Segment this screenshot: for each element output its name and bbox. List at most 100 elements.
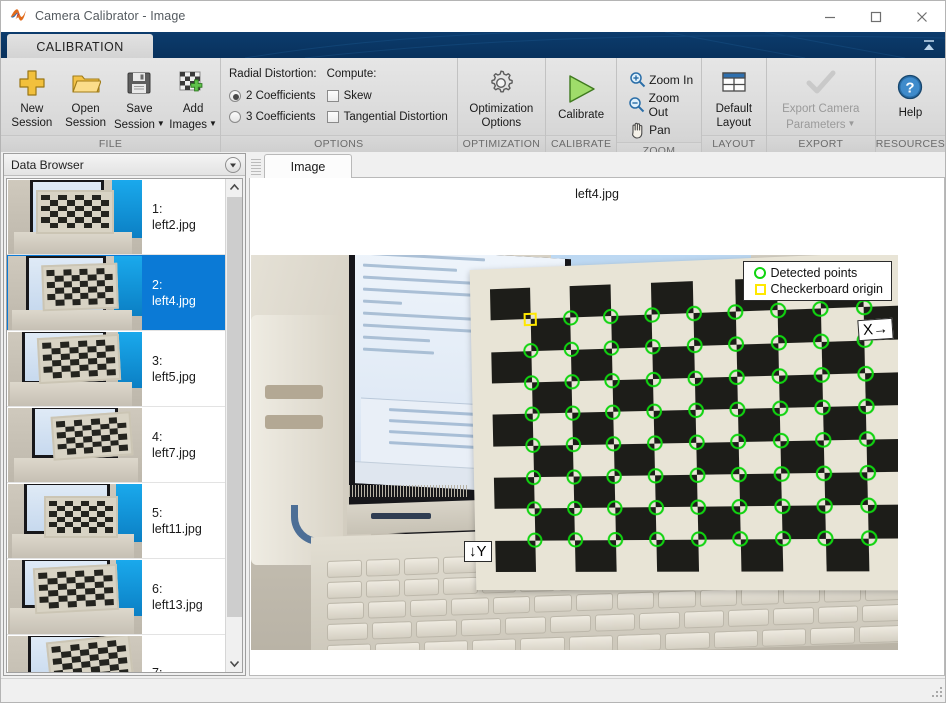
tab-calibration[interactable]: CALIBRATION bbox=[7, 34, 153, 58]
checkbox-icon[interactable] bbox=[326, 89, 339, 102]
legend-checkerboard-origin-label: Checkerboard origin bbox=[770, 282, 883, 296]
radio-on-icon[interactable] bbox=[229, 89, 241, 102]
list-item-index: 5: bbox=[152, 505, 163, 520]
list-item[interactable]: 1: left2.jpg bbox=[7, 179, 227, 255]
default-layout-button[interactable]: Default Layout bbox=[702, 62, 766, 130]
thumbnail bbox=[8, 179, 142, 254]
radio-3-coefficients[interactable]: 3 Coefficients bbox=[229, 106, 317, 127]
chevron-down-icon[interactable]: ▼ bbox=[209, 117, 217, 131]
ribbon-collapse-icon[interactable] bbox=[921, 38, 937, 52]
ribbon-group-file: New Session Open Session Save Session ▼ … bbox=[1, 58, 221, 152]
ribbon-group-resources: ? Help RESOURCES bbox=[875, 58, 945, 152]
chevron-down-icon[interactable]: ▼ bbox=[848, 117, 856, 131]
list-item[interactable]: 5: left11.jpg bbox=[7, 483, 227, 559]
help-button[interactable]: ? Help bbox=[880, 62, 940, 121]
ribbon-group-export: Export Camera Parameters ▼ EXPORT bbox=[766, 58, 876, 152]
radio-off-icon[interactable] bbox=[229, 110, 241, 123]
ribbon-decoration bbox=[245, 32, 945, 58]
list-item-name: left11.jpg bbox=[152, 521, 202, 536]
optimization-options-label: Optimization Options bbox=[469, 103, 534, 129]
checkbox-tangential-label: Tangential Distortion bbox=[343, 110, 448, 123]
ribbon-group-label-export: EXPORT bbox=[766, 135, 875, 152]
new-session-button[interactable]: New Session bbox=[5, 62, 59, 130]
camera-calibrator-window: Camera Calibrator - Image CALIBRATION Ne… bbox=[0, 0, 946, 703]
document-tab-row: Image bbox=[249, 153, 945, 178]
list-item[interactable]: 7: bbox=[7, 635, 227, 672]
checkbox-tangential-distortion[interactable]: Tangential Distortion bbox=[326, 106, 448, 127]
optimization-options-button[interactable]: Optimization Options bbox=[458, 62, 544, 130]
resize-grip[interactable] bbox=[932, 687, 944, 699]
minimize-button[interactable] bbox=[807, 1, 853, 32]
zoom-out-icon bbox=[625, 96, 648, 113]
maximize-button[interactable] bbox=[853, 1, 899, 32]
folder-icon bbox=[71, 66, 101, 100]
title-bar: Camera Calibrator - Image bbox=[1, 1, 945, 32]
list-item-label: 4: left7.jpg bbox=[142, 429, 196, 461]
tab-grip-handle[interactable] bbox=[251, 159, 261, 175]
list-item[interactable]: 3: left5.jpg bbox=[7, 331, 227, 407]
calibrate-button[interactable]: Calibrate bbox=[546, 62, 616, 123]
list-item[interactable]: 4: left7.jpg bbox=[7, 407, 227, 483]
data-browser-panel: Data Browser 1: left2.jpg 2: left4.jpg 3… bbox=[3, 153, 246, 676]
list-item-label: 2: left4.jpg bbox=[142, 277, 196, 309]
chevron-down-icon[interactable]: ▼ bbox=[157, 117, 165, 131]
chevron-up-icon[interactable] bbox=[226, 179, 242, 196]
add-images-label: Add Images ▼ bbox=[169, 103, 217, 131]
detected-point-circle-icon bbox=[750, 267, 770, 279]
radio-2-coefficients[interactable]: 2 Coefficients bbox=[229, 85, 317, 106]
scrollbar-thumb[interactable] bbox=[227, 197, 242, 617]
open-session-label: Open Session bbox=[65, 103, 107, 129]
save-session-button[interactable]: Save Session ▼ bbox=[113, 62, 167, 132]
checkbox-skew[interactable]: Skew bbox=[326, 85, 448, 106]
list-item[interactable]: 2: left4.jpg bbox=[7, 255, 227, 331]
checkbox-icon[interactable] bbox=[326, 110, 339, 123]
list-item-label: 3: left5.jpg bbox=[142, 353, 196, 385]
image-list[interactable]: 1: left2.jpg 2: left4.jpg 3: left5.jpg 4… bbox=[7, 179, 227, 672]
data-browser-title: Data Browser bbox=[11, 157, 84, 172]
list-item[interactable]: 6: left13.jpg bbox=[7, 559, 227, 635]
zoom-in-label: Zoom In bbox=[649, 72, 694, 87]
radial-distortion-heading: Radial Distortion: bbox=[229, 68, 317, 80]
zoom-in-button[interactable]: Zoom In bbox=[625, 67, 701, 92]
ribbon-group-optimization: Optimization Options OPTIMIZATION bbox=[457, 58, 547, 152]
image-list-scrollbar[interactable] bbox=[225, 179, 242, 672]
open-session-button[interactable]: Open Session bbox=[59, 62, 113, 130]
compute-heading: Compute: bbox=[326, 68, 377, 80]
add-images-icon bbox=[179, 66, 207, 100]
new-session-label: New Session bbox=[11, 103, 53, 129]
pan-button[interactable]: Pan bbox=[625, 117, 701, 142]
default-layout-label: Default Layout bbox=[715, 103, 753, 129]
photo-trackpad-slot bbox=[371, 513, 431, 519]
panel-menu-icon[interactable] bbox=[225, 156, 241, 173]
calibration-photo[interactable]: X→ ↓Y Detected points Checkerboard origi… bbox=[251, 255, 898, 650]
thumbnail bbox=[8, 559, 142, 634]
origin-square-icon bbox=[750, 283, 770, 295]
list-item-name: left4.jpg bbox=[152, 293, 196, 308]
radio-3-coefficients-label: 3 Coefficients bbox=[246, 110, 316, 123]
export-camera-parameters-button[interactable]: Export Camera Parameters ▼ bbox=[767, 62, 875, 132]
ribbon-toolbar: New Session Open Session Save Session ▼ … bbox=[1, 58, 945, 159]
image-canvas[interactable]: left4.jpg X→ ↓Y Detected points Checkerb… bbox=[249, 178, 945, 676]
help-question-icon: ? bbox=[896, 70, 924, 104]
tab-image[interactable]: Image bbox=[264, 154, 352, 178]
zoom-in-icon bbox=[625, 71, 649, 88]
thumbnail bbox=[8, 407, 142, 482]
legend-row-checkerboard-origin: Checkerboard origin bbox=[750, 282, 883, 296]
list-item-name: left13.jpg bbox=[152, 597, 203, 612]
legend-detected-points-label: Detected points bbox=[770, 266, 858, 280]
zoom-out-label: Zoom Out bbox=[648, 90, 680, 119]
compute-column: Compute: Skew Tangential Distortion bbox=[326, 68, 448, 127]
zoom-out-button[interactable]: Zoom Out bbox=[625, 90, 701, 119]
photo-speaker-grill bbox=[349, 485, 469, 497]
axis-y-label: ↓Y bbox=[464, 541, 492, 562]
radial-distortion-column: Radial Distortion: 2 Coefficients 3 Coef… bbox=[229, 68, 317, 127]
close-button[interactable] bbox=[899, 1, 945, 32]
image-list-container: 1: left2.jpg 2: left4.jpg 3: left5.jpg 4… bbox=[6, 178, 243, 673]
chevron-down-icon[interactable] bbox=[226, 655, 242, 672]
list-item-name: left5.jpg bbox=[152, 369, 196, 384]
axis-x-label: X→ bbox=[857, 317, 894, 342]
radio-2-coefficients-label: 2 Coefficients bbox=[246, 89, 316, 102]
ribbon-group-label-resources: RESOURCES bbox=[875, 135, 945, 152]
ribbon-group-label-calibrate: CALIBRATE bbox=[546, 135, 617, 152]
add-images-button[interactable]: Add Images ▼ bbox=[166, 62, 220, 132]
